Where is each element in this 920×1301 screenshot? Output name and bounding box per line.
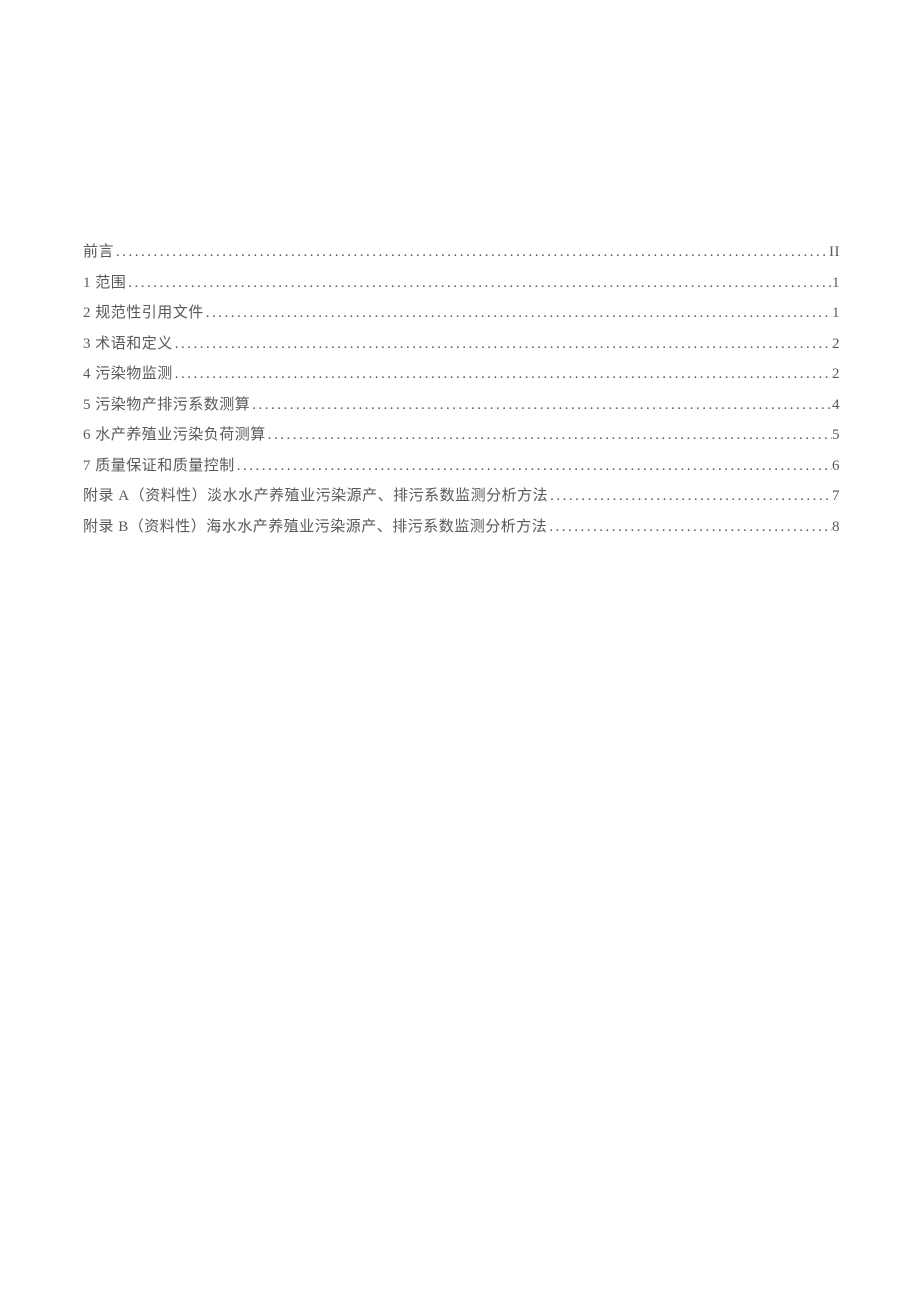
- toc-page-number: 5: [832, 428, 840, 443]
- toc-leader-dots: [250, 398, 832, 413]
- toc-title: 1 范围: [83, 276, 126, 291]
- toc-leader-dots: [126, 276, 832, 291]
- table-of-contents: 前言 II 1 范围 1 2 规范性引用文件 1 3 术语和定义 2 4 污染物…: [83, 245, 840, 535]
- toc-title: 6 水产养殖业污染负荷测算: [83, 428, 266, 443]
- toc-leader-dots: [548, 489, 832, 504]
- toc-entry: 7 质量保证和质量控制 6: [83, 459, 840, 474]
- toc-title: 附录 B（资料性）海水水产养殖业污染源产、排污系数监测分析方法: [83, 520, 547, 535]
- toc-title: 5 污染物产排污系数测算: [83, 398, 250, 413]
- toc-leader-dots: [114, 245, 829, 260]
- toc-leader-dots: [235, 459, 832, 474]
- toc-entry: 3 术语和定义 2: [83, 337, 840, 352]
- toc-entry: 2 规范性引用文件 1: [83, 306, 840, 321]
- toc-title: 前言: [83, 245, 114, 260]
- toc-leader-dots: [173, 367, 832, 382]
- toc-page-number: 4: [832, 398, 840, 413]
- toc-leader-dots: [266, 428, 832, 443]
- toc-page-number: II: [829, 245, 840, 260]
- toc-page-number: 7: [832, 489, 840, 504]
- toc-title: 4 污染物监测: [83, 367, 173, 382]
- toc-page-number: 2: [832, 337, 840, 352]
- toc-entry: 6 水产养殖业污染负荷测算 5: [83, 428, 840, 443]
- toc-leader-dots: [204, 306, 832, 321]
- toc-title: 附录 A（资料性）淡水水产养殖业污染源产、排污系数监测分析方法: [83, 489, 548, 504]
- toc-page-number: 1: [832, 306, 840, 321]
- toc-page-number: 2: [832, 367, 840, 382]
- toc-entry: 前言 II: [83, 245, 840, 260]
- toc-page-number: 8: [832, 520, 840, 535]
- toc-title: 2 规范性引用文件: [83, 306, 204, 321]
- toc-leader-dots: [173, 337, 832, 352]
- toc-entry: 附录 B（资料性）海水水产养殖业污染源产、排污系数监测分析方法 8: [83, 520, 840, 535]
- toc-title: 3 术语和定义: [83, 337, 173, 352]
- toc-entry: 附录 A（资料性）淡水水产养殖业污染源产、排污系数监测分析方法 7: [83, 489, 840, 504]
- toc-title: 7 质量保证和质量控制: [83, 459, 235, 474]
- toc-page-number: 6: [832, 459, 840, 474]
- toc-leader-dots: [547, 520, 832, 535]
- toc-page-number: 1: [832, 276, 840, 291]
- toc-entry: 1 范围 1: [83, 276, 840, 291]
- toc-entry: 5 污染物产排污系数测算 4: [83, 398, 840, 413]
- toc-entry: 4 污染物监测 2: [83, 367, 840, 382]
